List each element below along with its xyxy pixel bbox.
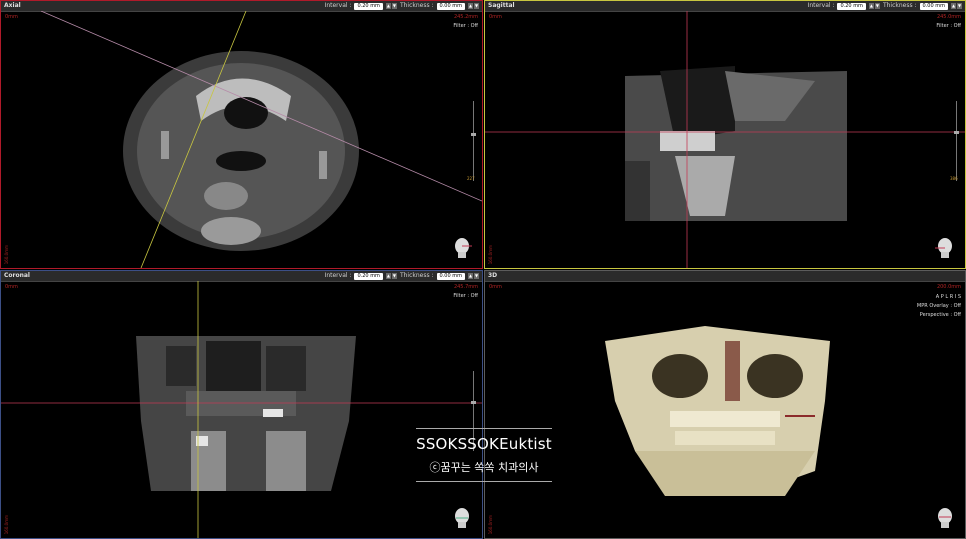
coronal-pane[interactable]: Coronal Interval : 0.20 mm ▲ ▼ Thickness … <box>0 270 483 539</box>
coronal-side-label: 160.0mm <box>4 514 9 534</box>
sagittal-image[interactable] <box>485 11 965 268</box>
3d-perspective[interactable]: Perspective : Off <box>917 311 961 320</box>
spin-up-icon[interactable]: ▲ <box>468 273 473 279</box>
spin-down-icon[interactable]: ▼ <box>957 3 962 9</box>
3d-pane[interactable]: 3D 0mm 200.0mm A P L R I S MPR Overlay :… <box>484 270 966 539</box>
sagittal-thickness-label: Thickness : <box>882 2 917 9</box>
sagittal-title: Sagittal <box>488 2 515 9</box>
coronal-title: Coronal <box>4 272 30 279</box>
3d-corner-right: 200.0mm <box>936 284 961 290</box>
coronal-thickness-label: Thickness : <box>399 272 434 279</box>
sagittal-side-label: 160.0mm <box>488 244 493 264</box>
spin-up-icon[interactable]: ▲ <box>951 3 956 9</box>
coronal-thickness-spinner[interactable]: ▲ ▼ <box>468 273 479 279</box>
watermark-bottom-rule <box>416 481 552 482</box>
sagittal-corner-left: 0mm <box>489 14 502 20</box>
spin-down-icon[interactable]: ▼ <box>391 273 397 279</box>
axial-thickness-label: Thickness : <box>399 2 434 9</box>
sagittal-controls: Interval : 0.20 mm ▲ ▼ Thickness : 0.00 m… <box>808 1 962 11</box>
axial-controls: Interval : 0.20 mm ▲ ▼ Thickness : 0.00 m… <box>325 1 479 11</box>
spin-up-icon[interactable]: ▲ <box>385 273 391 279</box>
spin-up-icon[interactable]: ▲ <box>385 3 391 9</box>
ct-viewer: Axial Interval : 0.20 mm ▲ ▼ Thickness : … <box>0 0 966 539</box>
axial-slice-slider[interactable]: 227 <box>467 101 476 181</box>
axial-thickness-spinner[interactable]: ▲ ▼ <box>468 3 479 9</box>
3d-title: 3D <box>488 272 498 279</box>
coronal-controls: Interval : 0.20 mm ▲ ▼ Thickness : 0.00 m… <box>325 271 479 281</box>
axial-corner-right: 245.2mm <box>453 14 478 20</box>
slider-knob[interactable] <box>471 133 476 136</box>
axial-interval-input[interactable]: 0.20 mm <box>354 2 383 10</box>
sagittal-interval-spinner[interactable]: ▲ ▼ <box>868 3 880 9</box>
3d-mpr-overlay[interactable]: MPR Overlay : Off <box>917 302 961 311</box>
axial-thickness-input[interactable]: 0.00 mm <box>436 2 465 10</box>
axial-image[interactable] <box>1 11 482 268</box>
axial-corner-left: 0mm <box>5 14 18 20</box>
axial-filter-status: Filter : Off <box>453 23 478 29</box>
3d-info: A P L R I S MPR Overlay : Off Perspectiv… <box>917 293 961 320</box>
sagittal-slider-value: 386 <box>950 176 958 181</box>
head-orientation-icon <box>935 238 952 258</box>
coronal-image[interactable] <box>1 281 482 538</box>
coronal-interval-spinner[interactable]: ▲ ▼ <box>385 273 397 279</box>
spin-down-icon[interactable]: ▼ <box>391 3 397 9</box>
head-orientation-icon <box>455 238 472 258</box>
sagittal-interval-input[interactable]: 0.20 mm <box>837 2 866 10</box>
axial-interval-spinner[interactable]: ▲ ▼ <box>385 3 397 9</box>
coronal-corner-left: 0mm <box>5 284 18 290</box>
sagittal-thickness-input[interactable]: 0.00 mm <box>919 2 948 10</box>
spin-up-icon[interactable]: ▲ <box>868 3 874 9</box>
spin-up-icon[interactable]: ▲ <box>468 3 473 9</box>
axial-interval-label: Interval : <box>324 2 352 9</box>
sagittal-pane[interactable]: Sagittal Interval : 0.20 mm ▲ ▼ Thickness… <box>484 0 966 269</box>
sagittal-corner-right: 245.0mm <box>936 14 961 20</box>
3d-orientation-labels[interactable]: A P L R I S <box>917 293 961 302</box>
spin-down-icon[interactable]: ▼ <box>474 273 479 279</box>
watermark: SSOKSSOKEuktist ⓒ꿈꾸는 쏙쏙 치과의사 <box>414 428 554 482</box>
spin-down-icon[interactable]: ▼ <box>474 3 479 9</box>
3d-render-image[interactable] <box>485 281 965 538</box>
axial-pane[interactable]: Axial Interval : 0.20 mm ▲ ▼ Thickness : … <box>0 0 483 269</box>
axial-side-label: 160.0mm <box>4 244 9 264</box>
coronal-interval-label: Interval : <box>324 272 352 279</box>
head-orientation-icon <box>938 508 952 528</box>
sagittal-slice-slider[interactable]: 386 <box>950 101 959 181</box>
sagittal-thickness-spinner[interactable]: ▲ ▼ <box>951 3 962 9</box>
watermark-title: SSOKSSOKEuktist <box>416 435 552 453</box>
axial-title: Axial <box>4 2 21 9</box>
coronal-filter-status: Filter : Off <box>453 293 478 299</box>
head-orientation-icon <box>455 508 469 528</box>
spin-down-icon[interactable]: ▼ <box>874 3 880 9</box>
3d-corner-left: 0mm <box>489 284 502 290</box>
coronal-thickness-input[interactable]: 0.00 mm <box>436 272 465 280</box>
sagittal-filter-status: Filter : Off <box>936 23 961 29</box>
sagittal-interval-label: Interval : <box>807 2 835 9</box>
coronal-corner-right: 245.7mm <box>453 284 478 290</box>
axial-slider-value: 227 <box>467 176 475 181</box>
watermark-caption: ⓒ꿈꾸는 쏙쏙 치과의사 <box>429 461 539 474</box>
slider-knob[interactable] <box>471 401 476 404</box>
3d-side-label: 160.0mm <box>488 514 493 534</box>
slider-knob[interactable] <box>954 131 959 134</box>
watermark-top-rule <box>416 428 552 429</box>
coronal-interval-input[interactable]: 0.20 mm <box>354 272 383 280</box>
